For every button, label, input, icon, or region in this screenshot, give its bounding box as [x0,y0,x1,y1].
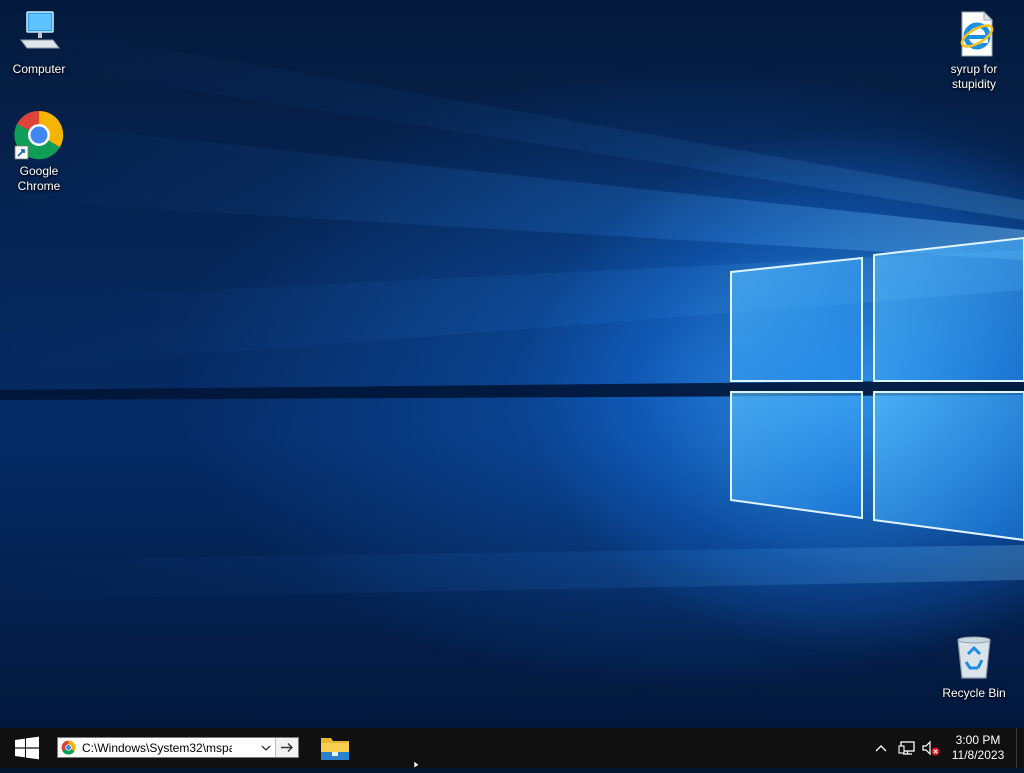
chrome-icon [13,110,65,162]
chevron-up-icon[interactable] [871,738,891,758]
chevron-down-icon[interactable] [260,743,272,753]
desktop-icon-syrup-for-stupidity[interactable]: syrup for stupidity [936,8,1012,92]
desktop-icon-label: syrup for stupidity [950,62,998,91]
taskbar-file-explorer-button[interactable] [314,728,356,768]
desktop-icon-computer[interactable]: Computer [1,8,77,77]
file-explorer-icon [321,738,349,760]
desktop-icon-label: Google Chrome [17,164,61,193]
arrow-right-icon [281,743,293,752]
taskbar: C:\Windows\System32\mspaint.exe 3:00 PM [0,728,1024,768]
start-button[interactable] [0,728,54,768]
clock-time: 3:00 PM [955,733,1001,747]
clock-date: 11/8/2023 [951,748,1005,762]
volume-muted-icon[interactable] [921,738,941,758]
windows-logo-icon [15,736,39,760]
desktop-icon-google-chrome[interactable]: Google Chrome [1,110,77,194]
desktop-icon-recycle-bin[interactable]: Recycle Bin [936,632,1012,701]
chrome-icon [61,740,76,755]
desktop-icon-label: Computer [12,62,66,76]
wallpaper [0,20,1024,600]
show-desktop-button[interactable] [1016,728,1024,768]
desktop[interactable]: Computer Google Chrome syrup for stupidi… [0,0,1024,728]
go-button[interactable] [275,738,298,757]
computer-icon [13,8,65,60]
network-icon[interactable] [898,738,918,758]
system-clock[interactable]: 3:00 PM 11/8/2023 [945,733,1011,763]
address-toolbar[interactable]: C:\Windows\System32\mspaint.exe [57,737,299,758]
desktop-icon-label: Recycle Bin [942,686,1006,700]
mouse-cursor [414,761,420,768]
recycle-bin-icon [948,632,1000,684]
address-input[interactable]: C:\Windows\System32\mspaint.exe [82,741,232,755]
internet-explorer-icon [948,8,1000,60]
